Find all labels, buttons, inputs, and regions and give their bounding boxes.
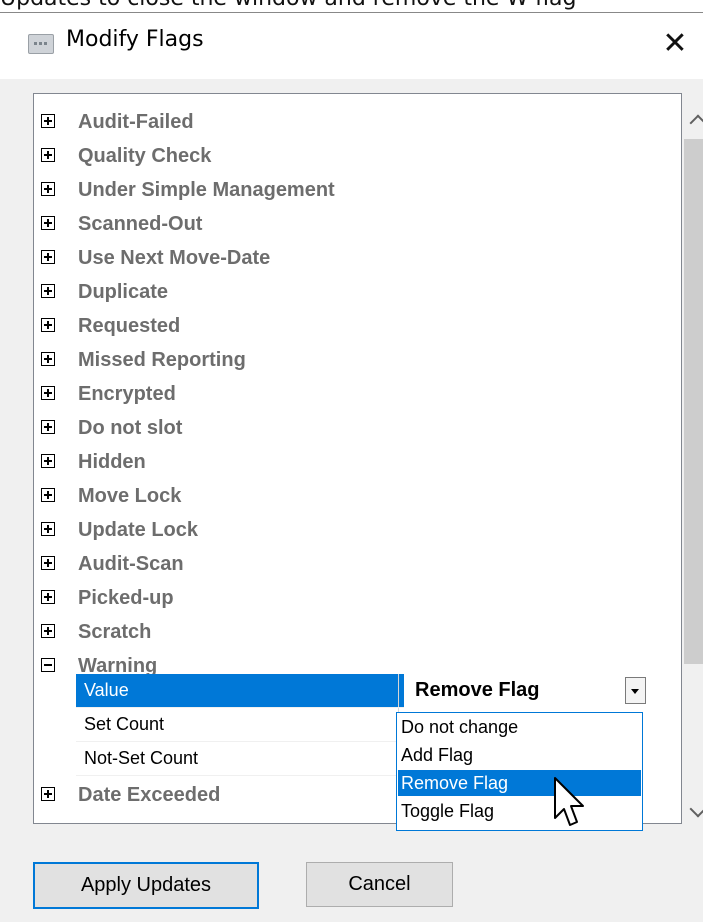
vertical-scrollbar[interactable] <box>682 94 703 823</box>
flag-row[interactable]: Do not slot <box>34 411 648 445</box>
expand-plus-icon[interactable] <box>41 420 55 434</box>
flag-row[interactable]: Under Simple Management <box>34 173 648 207</box>
dropdown-arrow-icon[interactable] <box>625 677 646 704</box>
dropdown-option-toggle-flag[interactable]: Toggle Flag <box>398 798 641 824</box>
expand-plus-icon[interactable] <box>41 182 55 196</box>
flag-label: Quality Check <box>78 145 212 167</box>
expand-plus-icon[interactable] <box>41 318 55 332</box>
flag-label: Picked-up <box>78 587 174 609</box>
flag-row[interactable]: Missed Reporting <box>34 343 648 377</box>
flag-label: Do not slot <box>78 417 183 439</box>
expand-plus-icon[interactable] <box>41 624 55 638</box>
dropdown-option-add-flag[interactable]: Add Flag <box>398 742 641 768</box>
mouse-pointer-icon <box>554 777 584 826</box>
flag-label: Encrypted <box>78 383 176 405</box>
flag-row[interactable]: Quality Check <box>34 139 648 173</box>
flag-row[interactable]: Duplicate <box>34 275 648 309</box>
apply-updates-button[interactable]: Apply Updates <box>33 862 259 909</box>
flag-row[interactable]: Picked-up <box>34 581 648 615</box>
expand-plus-icon[interactable] <box>41 216 55 230</box>
expand-plus-icon[interactable] <box>41 148 55 162</box>
collapse-minus-icon[interactable] <box>41 658 55 672</box>
cancel-button[interactable]: Cancel <box>306 862 453 907</box>
flag-row[interactable]: Update Lock <box>34 513 648 547</box>
flag-label: Requested <box>78 315 181 337</box>
flag-label: Missed Reporting <box>78 349 246 371</box>
expand-plus-icon[interactable] <box>41 386 55 400</box>
expand-plus-icon[interactable] <box>41 114 55 128</box>
partial-caption-text: Updates to close the window and remove t… <box>0 0 703 11</box>
value-editor[interactable]: Remove Flag <box>398 674 649 707</box>
scroll-thumb[interactable] <box>684 139 703 664</box>
expand-plus-icon[interactable] <box>41 590 55 604</box>
flag-row[interactable]: Scratch <box>34 615 648 649</box>
expand-plus-icon[interactable] <box>41 488 55 502</box>
flag-label: Hidden <box>78 451 146 473</box>
flag-label: Audit-Scan <box>78 553 184 575</box>
flag-label: Audit-Failed <box>78 111 194 133</box>
flag-label: Update Lock <box>78 519 199 541</box>
set-count-label: Set Count <box>76 708 404 742</box>
scroll-up-arrow-icon[interactable] <box>689 114 703 132</box>
title-bar: Modify Flags ✕ <box>0 13 703 79</box>
flag-label: Use Next Move-Date <box>78 247 271 269</box>
expand-plus-icon[interactable] <box>41 352 55 366</box>
dropdown-option-remove-flag[interactable]: Remove Flag <box>398 770 641 796</box>
flag-label: Date Exceeded <box>78 784 221 806</box>
warning-value-row[interactable]: Value Remove Flag <box>34 674 649 708</box>
flag-row[interactable]: Use Next Move-Date <box>34 241 648 275</box>
dropdown-option-do-not-change[interactable]: Do not change <box>398 714 641 740</box>
expand-plus-icon[interactable] <box>41 787 55 801</box>
value-dropdown-list[interactable]: Do not change Add Flag Remove Flag Toggl… <box>396 712 643 831</box>
flag-row[interactable]: Move Lock <box>34 479 648 513</box>
value-current: Remove Flag <box>415 679 540 701</box>
value-label: Value <box>76 674 404 708</box>
flag-row[interactable]: Hidden <box>34 445 648 479</box>
flag-label: Duplicate <box>78 281 169 303</box>
expand-plus-icon[interactable] <box>41 250 55 264</box>
flag-row[interactable]: Requested <box>34 309 648 343</box>
flag-row[interactable]: Encrypted <box>34 377 648 411</box>
flag-label: Scratch <box>78 621 152 643</box>
expand-plus-icon[interactable] <box>41 284 55 298</box>
app-icon <box>28 34 54 54</box>
scroll-down-arrow-icon[interactable] <box>689 800 703 818</box>
expand-plus-icon[interactable] <box>41 556 55 570</box>
modify-flags-dialog: Modify Flags ✕ Audit-Failed Quality Check… <box>0 12 703 922</box>
expand-plus-icon[interactable] <box>41 454 55 468</box>
flag-label: Under Simple Management <box>78 179 335 201</box>
flag-row[interactable]: Scanned-Out <box>34 207 648 241</box>
flag-row[interactable]: Audit-Scan <box>34 547 648 581</box>
flag-row[interactable]: Audit-Failed <box>34 105 648 139</box>
close-icon[interactable]: ✕ <box>650 19 700 69</box>
window-title: Modify Flags <box>66 27 204 52</box>
expand-plus-icon[interactable] <box>41 522 55 536</box>
not-set-count-label: Not-Set Count <box>76 742 404 776</box>
flag-label: Scanned-Out <box>78 213 203 235</box>
flag-label: Move Lock <box>78 485 182 507</box>
